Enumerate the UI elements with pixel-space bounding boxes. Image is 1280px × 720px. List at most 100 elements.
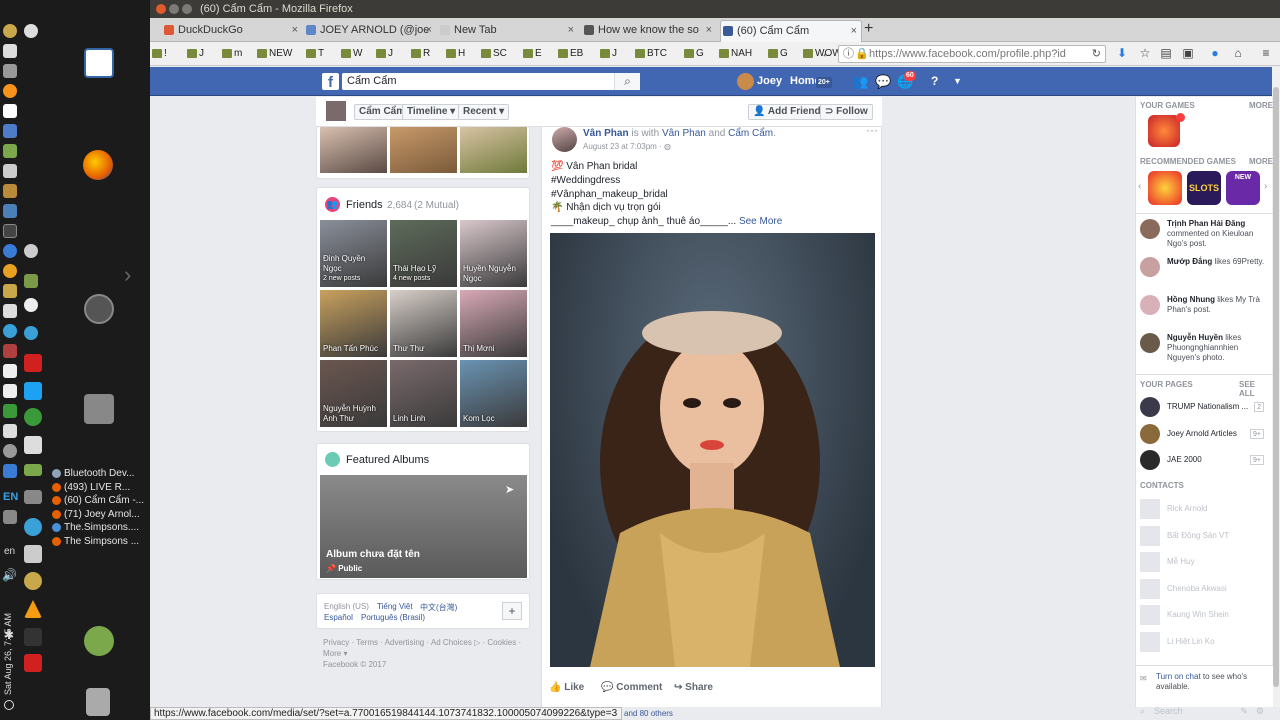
app-icon[interactable] bbox=[24, 464, 42, 476]
app-icon[interactable] bbox=[3, 264, 17, 278]
friend-requests-icon[interactable]: 👥 bbox=[852, 74, 868, 89]
app-icon[interactable] bbox=[24, 436, 42, 454]
taskbar-window-item[interactable]: Bluetooth Dev... bbox=[52, 467, 148, 480]
chat-search-input[interactable]: ⌕ Search ✎ ⚙ bbox=[1140, 704, 1266, 718]
friends-title[interactable]: Friends bbox=[346, 199, 383, 211]
app-icon[interactable] bbox=[24, 382, 42, 400]
bookmark-item[interactable]: H bbox=[446, 47, 465, 61]
close-window-button[interactable] bbox=[156, 4, 166, 14]
info-icon[interactable]: ⓘ bbox=[843, 46, 854, 62]
your-page-item[interactable]: TRUMP Nationalism ... 2 bbox=[1140, 397, 1268, 417]
page-scrollbar[interactable] bbox=[1272, 67, 1280, 707]
atom-icon[interactable] bbox=[24, 518, 42, 536]
post-tagged-person[interactable]: Vân Phan bbox=[662, 128, 706, 139]
app-icon[interactable] bbox=[3, 284, 17, 298]
ticker-story[interactable]: Mướp Đắng likes 69Pretty. bbox=[1140, 257, 1268, 291]
search-icon[interactable]: ⌕ bbox=[614, 73, 640, 90]
document-icon[interactable] bbox=[3, 104, 17, 118]
browser-tab[interactable]: DuckDuckGo × bbox=[162, 20, 302, 42]
your-page-item[interactable]: Joey Arnold Articles 9+ bbox=[1140, 423, 1268, 444]
games-more-link[interactable]: MORE bbox=[1249, 101, 1273, 110]
like-button[interactable]: 👍 Like bbox=[549, 681, 584, 695]
recommended-more-link[interactable]: MORE bbox=[1249, 157, 1273, 166]
document-icon[interactable] bbox=[84, 48, 114, 78]
friend-tile[interactable]: Kom Lọc bbox=[460, 360, 527, 427]
footer-link-advertising[interactable]: Advertising bbox=[385, 638, 425, 647]
footer-link-ad-choices[interactable]: Ad Choices bbox=[431, 638, 472, 647]
post-options-icon[interactable]: ··· bbox=[866, 123, 878, 137]
atom-icon[interactable] bbox=[24, 326, 38, 340]
browser-tab[interactable]: JOEY ARNOLD (@joe × bbox=[304, 20, 436, 42]
facebook-logo-icon[interactable]: f bbox=[322, 73, 339, 91]
add-language-button[interactable]: + bbox=[502, 602, 522, 620]
screenshot-icon[interactable]: ▣ bbox=[1181, 46, 1195, 60]
monitor-icon[interactable] bbox=[3, 364, 17, 378]
browser-tab[interactable]: New Tab × bbox=[438, 20, 578, 42]
app-icon[interactable] bbox=[24, 244, 38, 258]
chevron-down-icon[interactable]: ▼ bbox=[953, 74, 962, 89]
app-icon[interactable] bbox=[3, 464, 17, 478]
app-icon[interactable] bbox=[3, 44, 17, 58]
bookmark-item[interactable]: W bbox=[341, 47, 362, 61]
your-page-item[interactable]: JAE 2000 9+ bbox=[1140, 450, 1268, 470]
ticker-story[interactable]: Nguyễn Huyền likes Phuongnghiannhien Ngu… bbox=[1140, 333, 1268, 367]
reload-icon[interactable]: ↻ bbox=[1092, 46, 1101, 62]
messages-icon[interactable]: 💬 bbox=[875, 74, 891, 89]
friend-tile[interactable]: Phan Tấn Phúc bbox=[320, 290, 387, 357]
friend-tile[interactable]: Thư Thư bbox=[390, 290, 457, 357]
edit-icon[interactable]: ✎ bbox=[1240, 704, 1248, 718]
bookmark-star-icon[interactable]: ☆ bbox=[1138, 46, 1152, 60]
photo-thumbnail[interactable] bbox=[390, 127, 457, 173]
calculator-icon[interactable] bbox=[3, 124, 17, 138]
app-icon[interactable] bbox=[24, 490, 42, 504]
contact-item[interactable]: Kaung Win Shein bbox=[1140, 605, 1268, 625]
friend-tile[interactable]: Đinh Quyền Ngọc 2 new posts bbox=[320, 220, 387, 287]
bookmark-item[interactable]: ! bbox=[152, 47, 167, 61]
app-icon[interactable] bbox=[3, 384, 17, 398]
bookmark-item[interactable]: R bbox=[411, 47, 430, 61]
turn-on-chat-link[interactable]: Turn on chat bbox=[1156, 672, 1201, 681]
language-link[interactable]: Tiếng Việt bbox=[377, 602, 413, 611]
scrollbar-thumb[interactable] bbox=[1273, 87, 1279, 687]
chevron-left-icon[interactable]: ‹ bbox=[1138, 181, 1141, 192]
photo-thumbnail[interactable] bbox=[320, 127, 387, 173]
bluetooth-icon[interactable]: ✱ bbox=[4, 628, 14, 642]
terminal-icon[interactable] bbox=[3, 224, 17, 238]
ticker-story[interactable]: Trịnh Phan Hải Đăng commented on Kieuloa… bbox=[1140, 219, 1268, 253]
post-hashtag[interactable]: #Weddingdress bbox=[551, 174, 620, 187]
telegram-icon[interactable] bbox=[24, 408, 42, 426]
bluetooth-icon[interactable] bbox=[24, 628, 42, 646]
browser-tab[interactable]: How we know the so × bbox=[582, 20, 716, 42]
post-author[interactable]: Vân Phan bbox=[583, 128, 629, 139]
bitcoin-icon[interactable] bbox=[24, 572, 42, 590]
slots-game-icon[interactable]: SLOTS bbox=[1187, 171, 1221, 205]
gear-icon[interactable]: ⚙ bbox=[1256, 704, 1264, 718]
camera-icon[interactable] bbox=[24, 298, 38, 312]
app-icon[interactable] bbox=[24, 24, 38, 38]
language-link[interactable]: Español bbox=[324, 613, 353, 622]
bookmark-item[interactable]: J bbox=[600, 47, 617, 61]
comment-button[interactable]: 💬 Comment bbox=[601, 681, 662, 695]
language-link[interactable]: 中文(台灣) bbox=[420, 602, 457, 613]
grid-icon[interactable] bbox=[3, 164, 17, 178]
volume-icon[interactable]: 🔊 bbox=[2, 568, 17, 582]
filezilla-icon[interactable] bbox=[24, 354, 42, 372]
close-tab-icon[interactable]: × bbox=[706, 20, 712, 40]
wifi-icon[interactable] bbox=[3, 510, 17, 524]
recent-dropdown[interactable]: Recent ▾ bbox=[458, 104, 510, 120]
bookmark-item[interactable]: J bbox=[376, 47, 393, 61]
footer-link-privacy[interactable]: Privacy bbox=[323, 638, 349, 647]
post-photo[interactable] bbox=[550, 233, 875, 667]
album-cover[interactable]: Album chưa đặt tên 📌 Public bbox=[320, 475, 527, 578]
add-friend-button[interactable]: 👤 Add Friend bbox=[748, 104, 826, 120]
app-icon[interactable] bbox=[3, 344, 17, 358]
taskbar-window-item[interactable]: (60) Cẩm Cẩm -... bbox=[52, 494, 148, 507]
ticker-story[interactable]: Hồng Nhung likes My Trà Phan's post. bbox=[1140, 295, 1268, 329]
contact-item[interactable]: Bất Động Sản VT bbox=[1140, 525, 1268, 546]
profile-thumbnail[interactable] bbox=[326, 101, 346, 121]
menu-icon[interactable]: ≡ bbox=[1259, 46, 1273, 60]
back-icon[interactable]: ← bbox=[820, 46, 834, 60]
footer-link-cookies[interactable]: Cookies bbox=[487, 638, 516, 647]
keyboard-layout[interactable]: en bbox=[4, 546, 15, 557]
friend-tile[interactable]: Thị Mơni bbox=[460, 290, 527, 357]
